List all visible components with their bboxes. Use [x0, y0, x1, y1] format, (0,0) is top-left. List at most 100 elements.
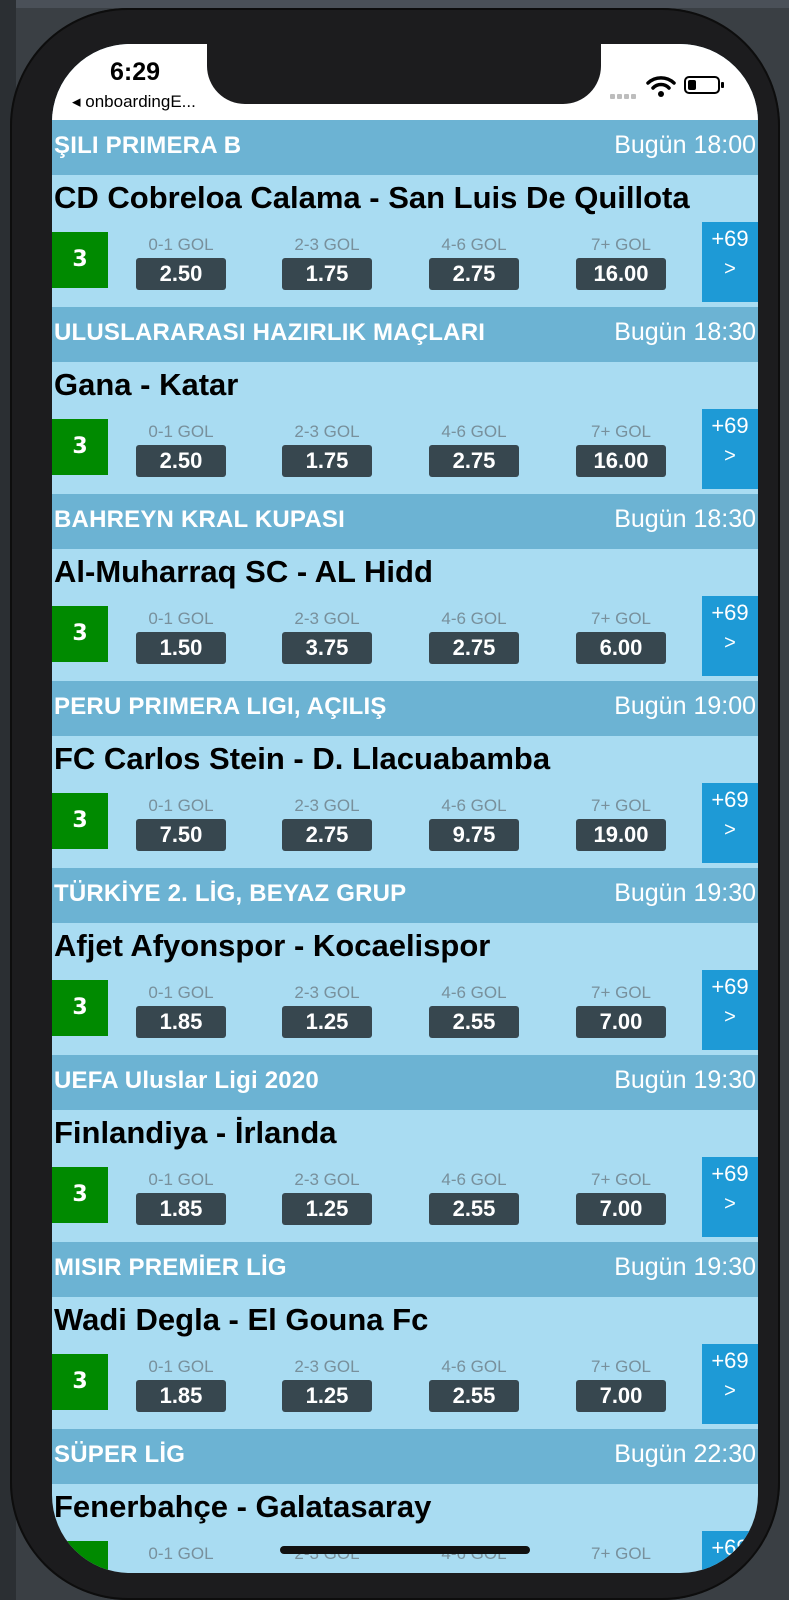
odd-value-button[interactable]: 19.00: [576, 819, 666, 851]
match-card[interactable]: UEFA Uluslar Ligi 2020 Bugün 19:30 Finland…: [52, 1055, 758, 1242]
odd-value-button[interactable]: 1.50: [136, 632, 226, 664]
odd-label: 7+ GOL: [590, 796, 651, 815]
odd-option[interactable]: 7+ GOL 7.00: [576, 1169, 666, 1225]
odd-value-button[interactable]: 1.85: [136, 1006, 226, 1038]
match-list: ŞILI PRIMERA B Bugün 18:00 CD Cobreloa Cal…: [52, 120, 758, 1573]
market-count-badge[interactable]: 3: [52, 1541, 108, 1573]
more-markets-button[interactable]: +69 >: [702, 1531, 758, 1573]
match-card[interactable]: PERU PRIMERA LIGI, AÇILIŞ Bugün 19:00 FC C…: [52, 681, 758, 868]
odd-value-button[interactable]: 7.00: [576, 1380, 666, 1412]
match-card[interactable]: ŞILI PRIMERA B Bugün 18:00 CD Cobreloa Cal…: [52, 120, 758, 307]
market-count-badge[interactable]: 3: [52, 606, 108, 662]
odd-value-button[interactable]: 7.00: [576, 1006, 666, 1038]
odd-value-button[interactable]: 6.00: [576, 632, 666, 664]
odd-value-button[interactable]: 2.55: [429, 1380, 519, 1412]
odd-value-button[interactable]: 9.75: [429, 819, 519, 851]
odd-option[interactable]: 4-6 GOL 2.55: [429, 982, 519, 1038]
odd-value-button[interactable]: 1.85: [136, 1380, 226, 1412]
odd-option[interactable]: 0-1 GOL 1.85: [136, 982, 226, 1038]
odd-label: 4-6 GOL: [441, 235, 507, 254]
odd-value-button[interactable]: 1.75: [282, 445, 372, 477]
odd-option[interactable]: 0-1 GOL 1.85: [136, 1169, 226, 1225]
odd-option[interactable]: 4-6 GOL 2.75: [429, 608, 519, 664]
odd-option[interactable]: 0-1 GOL 2.50: [136, 421, 226, 477]
odd-option[interactable]: 7+ GOL: [576, 1543, 666, 1565]
more-markets-button[interactable]: +69 >: [702, 1344, 758, 1424]
home-indicator[interactable]: [280, 1546, 530, 1554]
market-count-badge[interactable]: 3: [52, 980, 108, 1036]
odd-option[interactable]: 7+ GOL 7.00: [576, 982, 666, 1038]
odd-option[interactable]: 4-6 GOL 9.75: [429, 795, 519, 851]
match-teams[interactable]: Al-Muharraq SC - AL Hidd: [54, 554, 433, 590]
odd-value-button[interactable]: 2.75: [429, 445, 519, 477]
market-count-badge[interactable]: 3: [52, 232, 108, 288]
odd-value-button[interactable]: 7.00: [576, 1193, 666, 1225]
odd-value-button[interactable]: 2.55: [429, 1006, 519, 1038]
odd-value-button[interactable]: 2.55: [429, 1193, 519, 1225]
odd-option[interactable]: 4-6 GOL 2.75: [429, 234, 519, 290]
odd-label: 7+ GOL: [590, 1357, 651, 1376]
odd-option[interactable]: 7+ GOL 6.00: [576, 608, 666, 664]
odd-option[interactable]: 2-3 GOL 1.25: [282, 1356, 372, 1412]
match-teams[interactable]: Wadi Degla - El Gouna Fc: [54, 1302, 428, 1338]
odd-option[interactable]: 2-3 GOL 1.25: [282, 982, 372, 1038]
odd-value-button[interactable]: 1.25: [282, 1193, 372, 1225]
market-count-badge[interactable]: 3: [52, 793, 108, 849]
odd-option[interactable]: 4-6 GOL 2.75: [429, 421, 519, 477]
match-teams[interactable]: CD Cobreloa Calama - San Luis De Quillot…: [54, 180, 690, 216]
odd-option[interactable]: 7+ GOL 19.00: [576, 795, 666, 851]
market-count-badge[interactable]: 3: [52, 1167, 108, 1223]
odd-value-button[interactable]: 3.75: [282, 632, 372, 664]
more-markets-button[interactable]: +69 >: [702, 1157, 758, 1237]
market-count-badge[interactable]: 3: [52, 1354, 108, 1410]
odd-value-button[interactable]: 2.75: [429, 258, 519, 290]
match-teams[interactable]: FC Carlos Stein - D. Llacuabamba: [54, 741, 550, 777]
more-markets-button[interactable]: +69 >: [702, 222, 758, 302]
odd-option[interactable]: 0-1 GOL 1.85: [136, 1356, 226, 1412]
odd-option[interactable]: 7+ GOL 16.00: [576, 234, 666, 290]
odd-option[interactable]: 2-3 GOL 3.75: [282, 608, 372, 664]
odd-value-button[interactable]: 1.85: [136, 1193, 226, 1225]
status-bar: 6:29 ◂ onboardingE...: [52, 44, 758, 120]
match-time: Bugün 18:00: [614, 131, 756, 159]
odd-value-button[interactable]: 2.50: [136, 445, 226, 477]
odd-option[interactable]: 7+ GOL 16.00: [576, 421, 666, 477]
odd-option[interactable]: 0-1 GOL 7.50: [136, 795, 226, 851]
match-card[interactable]: BAHREYN KRAL KUPASI Bugün 18:30 Al-Muharra…: [52, 494, 758, 681]
odd-value-button[interactable]: 1.25: [282, 1380, 372, 1412]
odd-option[interactable]: 2-3 GOL 2.75: [282, 795, 372, 851]
back-to-app-link[interactable]: ◂ onboardingE...: [72, 92, 196, 112]
odd-value-button[interactable]: 7.50: [136, 819, 226, 851]
odd-value-button[interactable]: 16.00: [576, 445, 666, 477]
match-teams[interactable]: Afjet Afyonspor - Kocaelispor: [54, 928, 490, 964]
match-teams[interactable]: Gana - Katar: [54, 367, 238, 403]
more-markets-button[interactable]: +69 >: [702, 970, 758, 1050]
status-time: 6:29: [110, 58, 161, 86]
more-markets-button[interactable]: +69 >: [702, 409, 758, 489]
match-teams[interactable]: Finlandiya - İrlanda: [54, 1115, 337, 1151]
odd-option[interactable]: 0-1 GOL: [136, 1543, 226, 1565]
odd-option[interactable]: 2-3 GOL 1.25: [282, 1169, 372, 1225]
odd-option[interactable]: 0-1 GOL 1.50: [136, 608, 226, 664]
odd-option[interactable]: 4-6 GOL 2.55: [429, 1169, 519, 1225]
odd-option[interactable]: 7+ GOL 7.00: [576, 1356, 666, 1412]
odd-value-button[interactable]: 16.00: [576, 258, 666, 290]
match-card[interactable]: MISIR PREMİER LİG Bugün 19:30 Wadi Degla -…: [52, 1242, 758, 1429]
more-markets-count: +69: [711, 1161, 749, 1186]
match-card[interactable]: ULUSLARARASI HAZIRLIK MAÇLARI Bugün 18:30…: [52, 307, 758, 494]
match-card[interactable]: TÜRKİYE 2. LİG, BEYAZ GRUP Bugün 19:30 Afj…: [52, 868, 758, 1055]
more-markets-button[interactable]: +69 >: [702, 596, 758, 676]
odd-value-button[interactable]: 2.75: [282, 819, 372, 851]
odd-value-button[interactable]: 2.75: [429, 632, 519, 664]
market-count-badge[interactable]: 3: [52, 419, 108, 475]
odd-option[interactable]: 2-3 GOL 1.75: [282, 421, 372, 477]
phone-frame: ŞILI PRIMERA B Bugün 18:00 CD Cobreloa Cal…: [10, 8, 780, 1600]
odd-option[interactable]: 0-1 GOL 2.50: [136, 234, 226, 290]
more-markets-button[interactable]: +69 >: [702, 783, 758, 863]
odd-value-button[interactable]: 2.50: [136, 258, 226, 290]
odd-option[interactable]: 4-6 GOL 2.55: [429, 1356, 519, 1412]
odd-value-button[interactable]: 1.25: [282, 1006, 372, 1038]
match-teams[interactable]: Fenerbahçe - Galatasaray: [54, 1489, 431, 1525]
odd-option[interactable]: 2-3 GOL 1.75: [282, 234, 372, 290]
odd-value-button[interactable]: 1.75: [282, 258, 372, 290]
